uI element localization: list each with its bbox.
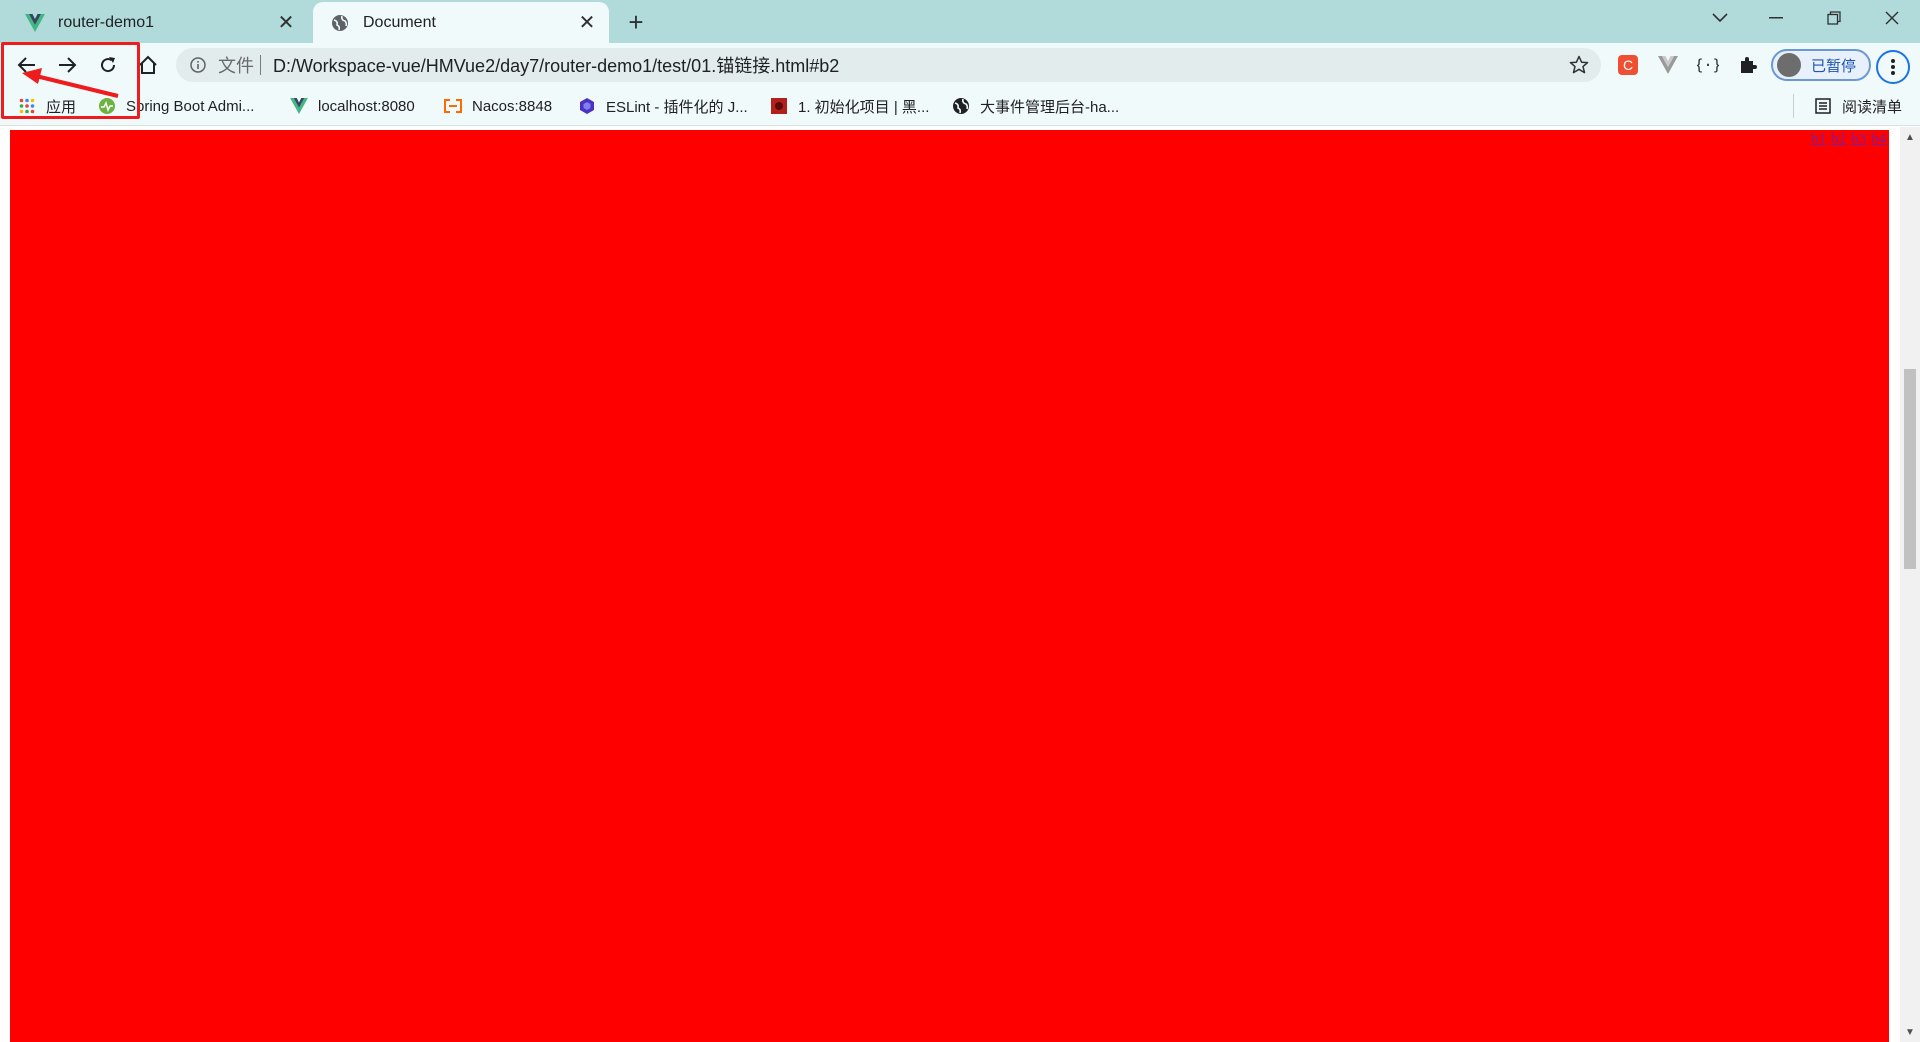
vertical-scrollbar[interactable]: ▲ ▼	[1900, 127, 1920, 1042]
tab-strip: router-demo1 ✕ Document ✕ +	[0, 0, 1920, 43]
svg-text:{·}: {·}	[1697, 56, 1719, 74]
anchor-link-b3[interactable]: b3	[1851, 131, 1866, 147]
extensions-puzzle-icon[interactable]	[1734, 51, 1762, 79]
new-tab-button[interactable]: +	[620, 7, 652, 37]
red-square-icon	[770, 97, 788, 115]
bracket-icon	[444, 97, 462, 115]
bookmark-label: ESLint - 插件化的 J...	[606, 98, 748, 116]
bookmark-label: 大事件管理后台-ha...	[980, 98, 1120, 116]
red-content-block	[10, 130, 1889, 1042]
divider	[260, 55, 261, 75]
divider	[1793, 94, 1794, 118]
annotation-arrow-icon	[22, 68, 119, 98]
scroll-down-arrow-icon[interactable]: ▼	[1904, 1026, 1916, 1038]
bookmarks-bar: 应用 Spring Boot Admi... localhost:8080 Na…	[0, 86, 1920, 126]
restore-icon[interactable]	[1806, 0, 1862, 36]
file-scheme-label: 文件	[218, 56, 254, 76]
close-tab-icon[interactable]: ✕	[573, 9, 601, 37]
reading-list-icon	[1814, 97, 1832, 115]
anchor-link-b1[interactable]: b1	[1811, 131, 1826, 147]
bookmark-admin-backend[interactable]: 大事件管理后台-ha...	[952, 94, 1119, 118]
info-icon[interactable]	[188, 55, 208, 75]
tab-title: Document	[363, 13, 436, 31]
kebab-menu-icon	[1891, 59, 1895, 75]
bookmark-nacos[interactable]: Nacos:8848	[444, 94, 552, 118]
globe-icon	[952, 97, 970, 115]
bookmark-localhost[interactable]: localhost:8080	[290, 94, 415, 118]
vue-logo-icon	[290, 97, 308, 115]
reading-list-label: 阅读清单	[1841, 98, 1902, 116]
profile-button[interactable]: 已暂停	[1771, 49, 1871, 81]
anchor-links: b1 b2 b3 b4	[1811, 131, 1891, 148]
close-tab-icon[interactable]: ✕	[272, 9, 300, 37]
tab-search-icon[interactable]	[1692, 0, 1748, 36]
globe-icon	[329, 12, 351, 34]
minimize-icon[interactable]	[1748, 0, 1804, 36]
json-viewer-icon[interactable]: {·}	[1694, 51, 1722, 79]
tab-document[interactable]: Document ✕	[313, 2, 609, 43]
browser-menu-button[interactable]	[1876, 50, 1910, 84]
bookmark-label: localhost:8080	[318, 97, 415, 115]
url-text[interactable]: D:/Workspace-vue/HMVue2/day7/router-demo…	[273, 52, 839, 78]
anchor-link-b4[interactable]: b4	[1871, 131, 1886, 147]
scroll-up-arrow-icon[interactable]: ▲	[1904, 131, 1916, 143]
page-viewport: b1 b2 b3 b4 ▲ ▼	[0, 127, 1920, 1042]
extension-c-icon[interactable]: C	[1614, 51, 1642, 79]
anchor-link-b2[interactable]: b2	[1831, 131, 1846, 147]
vue-devtools-icon[interactable]	[1654, 51, 1682, 79]
svg-text:C: C	[1623, 57, 1633, 73]
scrollbar-thumb[interactable]	[1904, 369, 1916, 569]
avatar	[1777, 53, 1801, 77]
profile-status: 已暂停	[1811, 57, 1857, 75]
bookmark-eslint[interactable]: ESLint - 插件化的 J...	[578, 94, 748, 118]
eslint-icon	[578, 97, 596, 115]
bookmark-init-project[interactable]: 1. 初始化项目 | 黑...	[770, 94, 929, 118]
reading-list-button[interactable]: 阅读清单	[1814, 94, 1902, 118]
address-bar[interactable]: 文件 D:/Workspace-vue/HMVue2/day7/router-d…	[176, 48, 1601, 82]
browser-toolbar: 文件 D:/Workspace-vue/HMVue2/day7/router-d…	[0, 43, 1920, 86]
bookmark-label: 1. 初始化项目 | 黑...	[798, 98, 930, 116]
bookmark-star-icon[interactable]	[1567, 53, 1591, 77]
bookmark-label: Nacos:8848	[472, 97, 553, 115]
close-window-icon[interactable]	[1864, 0, 1920, 36]
